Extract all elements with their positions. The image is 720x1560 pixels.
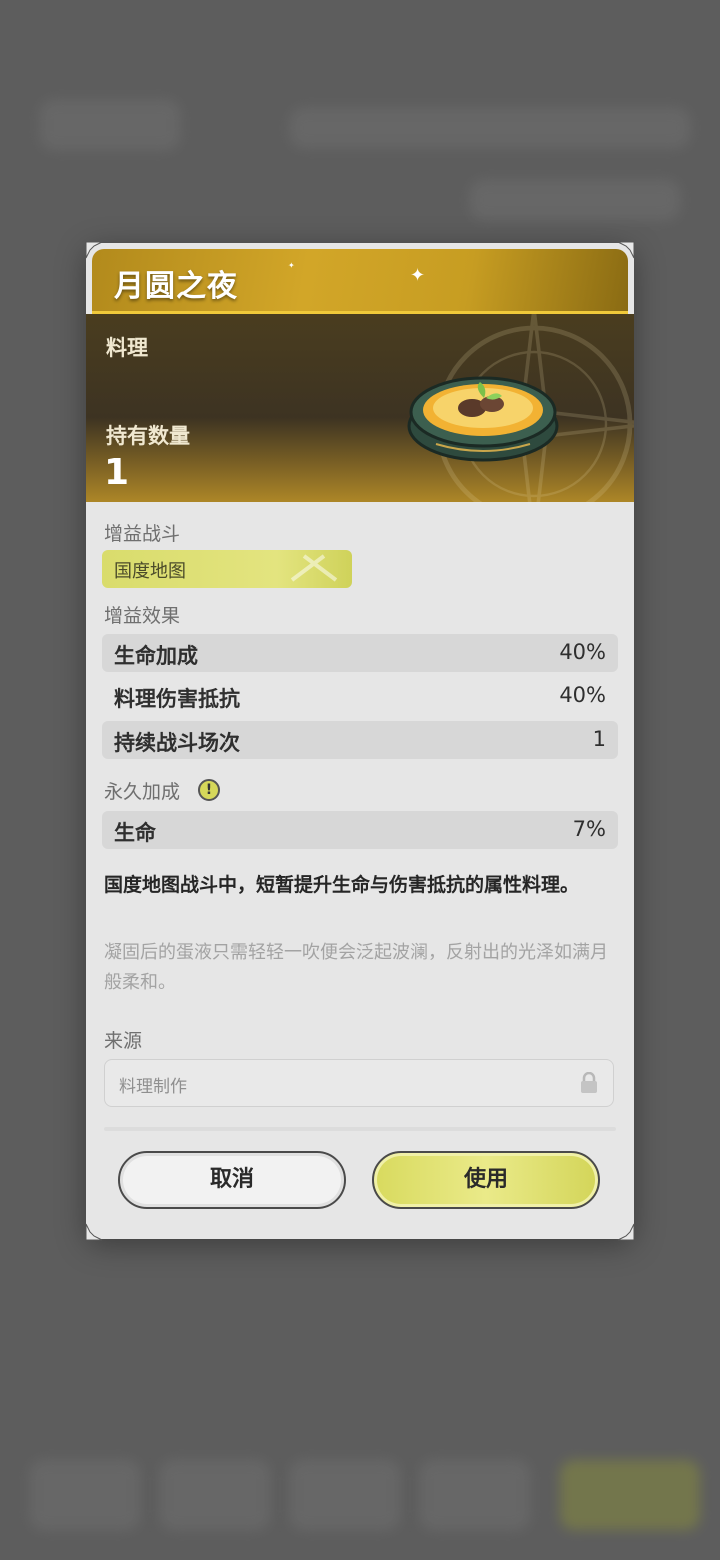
stat-value: 40% (559, 683, 606, 707)
custard-bowl-image (407, 376, 559, 462)
sparkle-icon: ✦ (288, 261, 295, 270)
stat-name: 持续战斗场次 (114, 731, 240, 755)
stat-name: 生命 (114, 821, 156, 845)
info-icon[interactable]: ! (198, 779, 220, 801)
item-detail-dialog: 月圆之夜 ✦ ✦ 料理 持有数量 1 增益战斗 国度地图 增益效果 生命加成 4… (84, 240, 636, 1242)
buff-battle-tag: 国度地图 (102, 550, 352, 588)
lock-icon (581, 1072, 597, 1093)
crossed-swords-icon (290, 554, 338, 582)
corner-ornament-icon (84, 240, 104, 260)
cancel-button[interactable]: 取消 (118, 1151, 346, 1209)
stat-value: 1 (592, 727, 606, 751)
stat-row: 生命加成 40% (102, 634, 618, 672)
item-flavor-text: 凝固后的蛋液只需轻轻一吹便会泛起波澜，反射出的光泽如满月般柔和。 (104, 942, 608, 993)
stat-value: 40% (559, 640, 606, 664)
item-category: 料理 (106, 336, 148, 360)
stat-name: 料理伤害抵抗 (114, 687, 240, 711)
permanent-bonus-label: 永久加成 (104, 781, 181, 803)
stat-row: 持续战斗场次 1 (102, 721, 618, 759)
divider (104, 1127, 616, 1131)
item-title: 月圆之夜 (114, 269, 238, 304)
buff-battle-tag-text: 国度地图 (114, 561, 186, 582)
corner-ornament-icon (84, 1222, 104, 1242)
stat-value: 7% (572, 817, 606, 841)
item-hero: 料理 持有数量 1 (86, 314, 634, 502)
stat-row: 料理伤害抵抗 40% (102, 677, 618, 715)
owned-count-value: 1 (104, 452, 130, 493)
corner-ornament-icon (616, 240, 636, 260)
source-value: 料理制作 (119, 1077, 187, 1097)
sparkle-icon: ✦ (410, 265, 426, 286)
source-label: 来源 (104, 1030, 143, 1052)
corner-ornament-icon (616, 1222, 636, 1242)
source-field: 料理制作 (104, 1059, 614, 1107)
buff-effects-label: 增益效果 (104, 605, 181, 627)
stat-name: 生命加成 (114, 644, 198, 668)
title-bar: 月圆之夜 ✦ ✦ (92, 249, 628, 314)
dialog-frame: 月圆之夜 ✦ ✦ 料理 持有数量 1 增益战斗 国度地图 增益效果 生命加成 4… (86, 243, 634, 1239)
owned-count-label: 持有数量 (106, 424, 190, 448)
item-description: 国度地图战斗中，短暂提升生命与伤害抵抗的属性料理。 (104, 874, 580, 896)
use-button[interactable]: 使用 (372, 1151, 600, 1209)
buff-battle-label: 增益战斗 (104, 523, 181, 545)
stat-row: 生命 7% (102, 811, 618, 849)
